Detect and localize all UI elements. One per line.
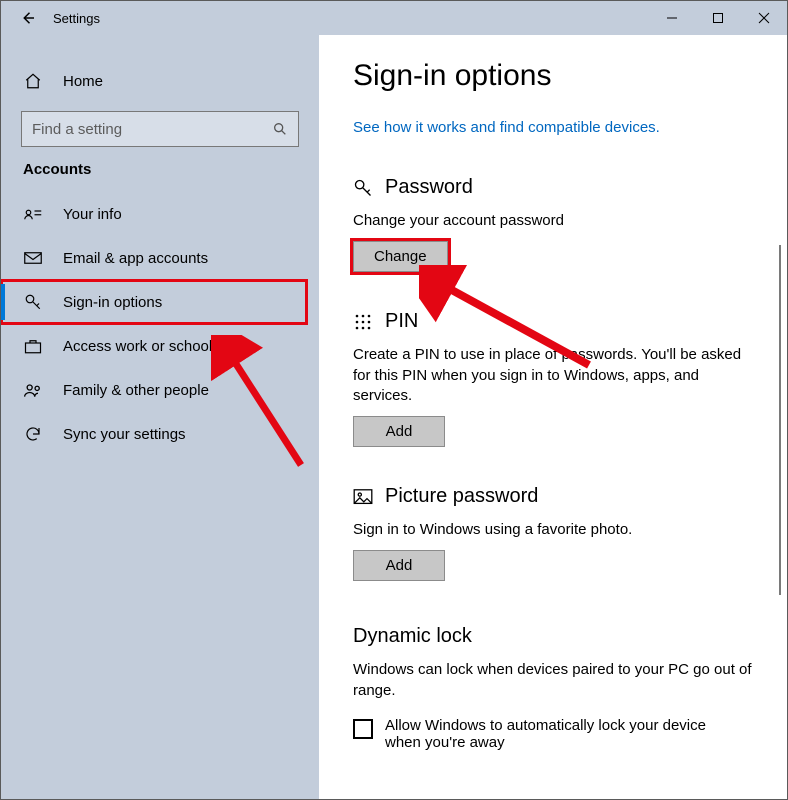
sync-icon <box>23 424 43 444</box>
checkbox-icon[interactable] <box>353 719 373 739</box>
sidebar-item-label: Sign-in options <box>63 294 162 311</box>
sidebar-item-label: Sync your settings <box>63 426 186 443</box>
search-wrap: Find a setting <box>1 111 319 161</box>
sidebar-item-label: Access work or school <box>63 338 212 355</box>
compatible-devices-link[interactable]: See how it works and find compatible dev… <box>353 119 660 136</box>
minimize-button[interactable] <box>649 3 695 33</box>
search-icon <box>272 121 288 137</box>
maximize-button[interactable] <box>695 3 741 33</box>
dynamic-lock-heading: Dynamic lock <box>353 625 753 648</box>
dynamic-lock-checkbox-row[interactable]: Allow Windows to automatically lock your… <box>353 717 753 751</box>
page-title: Sign-in options <box>353 59 753 93</box>
scrollbar[interactable] <box>779 245 785 595</box>
picture-heading-row: Picture password <box>353 485 753 508</box>
sidebar-item-label: Family & other people <box>63 382 209 399</box>
pin-heading: PIN <box>385 310 418 333</box>
mail-icon <box>23 248 43 268</box>
pin-heading-row: PIN <box>353 310 753 333</box>
key-icon <box>23 292 43 312</box>
sidebar-item-label: Email & app accounts <box>63 250 208 267</box>
picture-heading: Picture password <box>385 485 538 508</box>
sidebar-item-email[interactable]: Email & app accounts <box>1 236 319 280</box>
sidebar-section-accounts: Accounts <box>1 161 319 192</box>
search-input[interactable]: Find a setting <box>21 111 299 147</box>
sidebar-item-family[interactable]: Family & other people <box>1 368 319 412</box>
home-icon <box>23 71 43 91</box>
briefcase-icon <box>23 336 43 356</box>
picture-icon <box>353 487 373 507</box>
add-pin-button[interactable]: Add <box>353 416 445 447</box>
add-picture-password-button[interactable]: Add <box>353 550 445 581</box>
sidebar-item-label: Your info <box>63 206 122 223</box>
key-icon <box>353 178 373 198</box>
window-controls <box>649 3 787 33</box>
dynamic-lock-checkbox-label: Allow Windows to automatically lock your… <box>385 717 733 751</box>
window-title: Settings <box>53 11 100 26</box>
dynamic-lock-desc: Windows can lock when devices paired to … <box>353 660 753 701</box>
sidebar-home[interactable]: Home <box>1 59 319 103</box>
password-heading-row: Password <box>353 176 753 199</box>
settings-window: Settings Home <box>0 0 788 800</box>
password-heading: Password <box>385 176 473 199</box>
sidebar-item-sync[interactable]: Sync your settings <box>1 412 319 456</box>
window-body: Home Find a setting Accounts Your info <box>1 35 787 799</box>
change-password-button[interactable]: Change <box>353 241 448 272</box>
titlebar: Settings <box>1 1 787 35</box>
password-desc: Change your account password <box>353 211 753 231</box>
main-panel: Sign-in options See how it works and fin… <box>319 35 787 799</box>
picture-desc: Sign in to Windows using a favorite phot… <box>353 520 753 540</box>
pin-keypad-icon <box>353 312 373 332</box>
sidebar-item-sign-in-options[interactable]: Sign-in options <box>1 280 307 324</box>
close-button[interactable] <box>741 3 787 33</box>
sidebar-home-label: Home <box>63 73 103 90</box>
pin-desc: Create a PIN to use in place of password… <box>353 345 753 406</box>
sidebar-item-your-info[interactable]: Your info <box>1 192 319 236</box>
search-placeholder: Find a setting <box>32 121 272 138</box>
sidebar-item-access-work[interactable]: Access work or school <box>1 324 319 368</box>
people-icon <box>23 380 43 400</box>
sidebar: Home Find a setting Accounts Your info <box>1 35 319 799</box>
back-button[interactable] <box>17 7 39 29</box>
person-card-icon <box>23 204 43 224</box>
